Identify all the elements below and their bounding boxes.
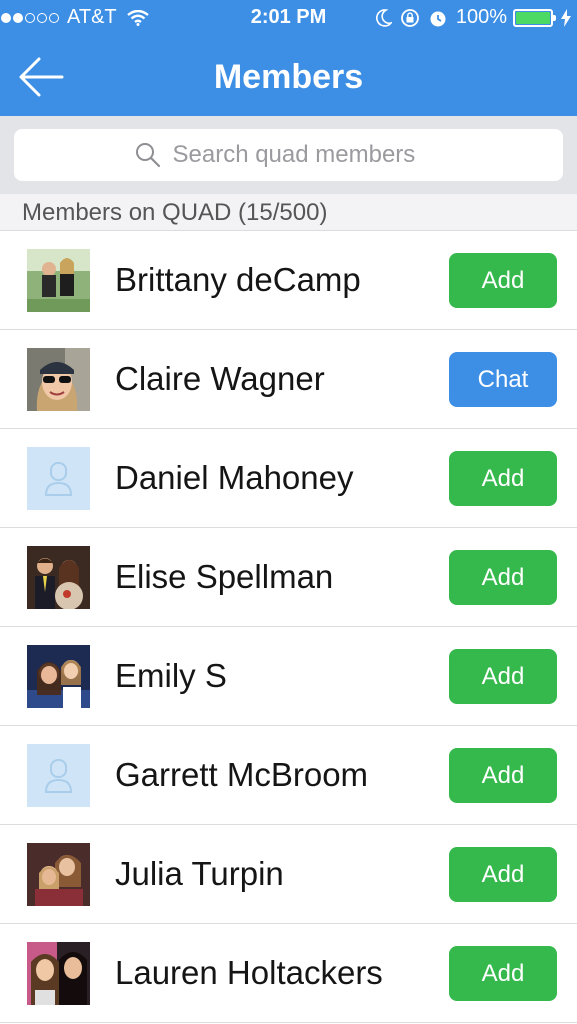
add-button[interactable]: Add (449, 748, 557, 803)
avatar (27, 249, 90, 312)
add-button[interactable]: Add (449, 946, 557, 1001)
add-button[interactable]: Add (449, 550, 557, 605)
avatar (27, 843, 90, 906)
list-item[interactable]: Garrett McBroom Add (0, 726, 577, 825)
member-name: Julia Turpin (115, 855, 284, 892)
avatar (27, 546, 90, 609)
rotation-lock-icon (400, 8, 419, 27)
add-button[interactable]: Add (449, 451, 557, 506)
page-title: Members (213, 58, 364, 96)
member-name: Brittany deCamp (115, 261, 361, 298)
members-list: Brittany deCamp Add Claire Wagner Chat D… (0, 231, 577, 1023)
avatar (27, 942, 90, 1005)
avatar (27, 348, 90, 411)
list-item[interactable]: Lauren Holtackers Add (0, 924, 577, 1023)
add-button[interactable]: Add (449, 847, 557, 902)
add-button[interactable]: Add (449, 649, 557, 704)
member-name: Emily S (115, 657, 227, 694)
section-header: Members on QUAD (15/500) (0, 194, 577, 231)
avatar-placeholder (27, 447, 90, 510)
search-input[interactable] (172, 141, 443, 169)
list-item[interactable]: Brittany deCamp Add (0, 231, 577, 330)
list-item[interactable]: Daniel Mahoney Add (0, 429, 577, 528)
navigation-bar: Members (0, 38, 577, 116)
status-bar: AT&T 2:01 PM 100% (0, 0, 577, 38)
search-bar-container (0, 116, 577, 194)
alarm-icon (430, 11, 446, 26)
search-icon (135, 143, 160, 168)
member-name: Claire Wagner (115, 360, 325, 397)
member-name: Elise Spellman (115, 558, 334, 595)
search-box[interactable] (14, 129, 563, 181)
battery-percent: 100% (455, 6, 507, 28)
add-button[interactable]: Add (449, 253, 557, 308)
charging-icon (561, 8, 571, 27)
app-header: AT&T 2:01 PM 100% Members (0, 0, 577, 116)
list-item[interactable]: Claire Wagner Chat (0, 330, 577, 429)
battery-icon (513, 8, 556, 27)
moon-icon (375, 8, 392, 27)
avatar (27, 645, 90, 708)
member-name: Lauren Holtackers (115, 954, 383, 991)
list-item[interactable]: Elise Spellman Add (0, 528, 577, 627)
chat-button[interactable]: Chat (449, 352, 557, 407)
list-item[interactable]: Emily S Add (0, 627, 577, 726)
avatar-placeholder (27, 744, 90, 807)
list-item[interactable]: Julia Turpin Add (0, 825, 577, 924)
member-name: Garrett McBroom (115, 756, 369, 793)
member-name: Daniel Mahoney (115, 459, 354, 496)
